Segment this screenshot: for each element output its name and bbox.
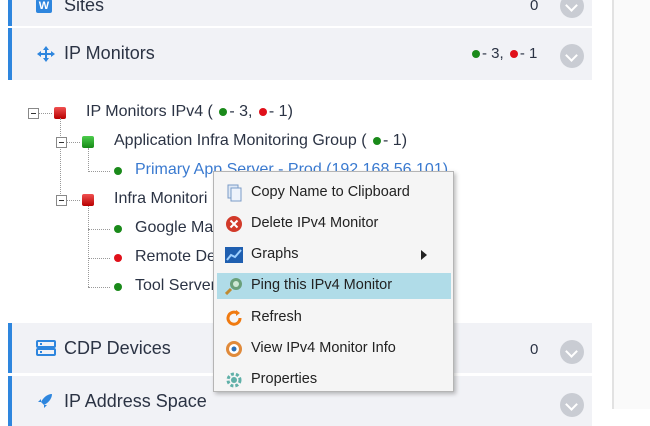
ip-monitors-status-summary: - 3, - 1 bbox=[470, 45, 537, 62]
sites-title: Sites bbox=[64, 0, 105, 15]
group2-status-icon bbox=[82, 194, 94, 206]
root-red-count: - 1) bbox=[268, 103, 293, 120]
menu-item-label: Delete IPv4 Monitor bbox=[251, 215, 379, 231]
menu-item-copy-name[interactable]: Copy Name to Clipboard bbox=[217, 180, 451, 206]
ip-address-space-expand-button[interactable] bbox=[560, 393, 584, 417]
ping-icon bbox=[225, 278, 242, 295]
red-count: - 1 bbox=[519, 45, 538, 62]
ip-monitors-expand-button[interactable] bbox=[560, 44, 584, 68]
red-status-dot bbox=[509, 50, 518, 59]
red-status-dot bbox=[258, 107, 267, 116]
group1-collapse-toggle[interactable] bbox=[56, 137, 67, 148]
submenu-arrow-icon bbox=[421, 250, 427, 260]
menu-item-label: View IPv4 Monitor Info bbox=[251, 340, 396, 356]
root-label: IP Monitors IPv4 ( bbox=[86, 103, 213, 120]
delete-icon bbox=[226, 216, 242, 232]
status-dot-green bbox=[114, 283, 122, 291]
menu-item-label: Properties bbox=[251, 371, 318, 387]
gear-icon bbox=[226, 372, 242, 388]
menu-item-label: Refresh bbox=[251, 309, 302, 325]
cdp-devices-title: CDP Devices bbox=[64, 338, 171, 358]
menu-item-label: Ping this IPv4 Monitor bbox=[251, 277, 393, 293]
status-dot-red bbox=[114, 254, 122, 262]
refresh-icon bbox=[226, 310, 242, 326]
ip-monitors-title: IP Monitors bbox=[64, 43, 155, 63]
green-count: - 3, bbox=[482, 45, 504, 62]
menu-item-view-info[interactable]: View IPv4 Monitor Info bbox=[217, 336, 451, 362]
vertical-scrollbar[interactable] bbox=[612, 0, 650, 409]
tree-item-tool-server[interactable]: Tool Server bbox=[135, 277, 216, 295]
root-green-count: - 3, bbox=[229, 103, 253, 120]
sites-panel[interactable]: W Sites 0 bbox=[8, 0, 592, 26]
cdp-devices-expand-button[interactable] bbox=[560, 340, 584, 364]
group2-collapse-toggle[interactable] bbox=[56, 195, 67, 206]
tree-root-node[interactable]: IP Monitors IPv4 ( - 3, - 1) bbox=[86, 103, 293, 121]
clipboard-icon bbox=[227, 184, 242, 202]
sites-expand-button[interactable] bbox=[560, 0, 584, 18]
cdp-devices-count: 0 bbox=[530, 341, 539, 358]
sites-count: 0 bbox=[530, 0, 539, 14]
green-status-dot bbox=[472, 50, 480, 59]
menu-item-label: Copy Name to Clipboard bbox=[251, 184, 410, 200]
group1-item-status-dot bbox=[114, 167, 122, 175]
menu-item-label: Graphs bbox=[251, 246, 299, 262]
rocket-icon bbox=[38, 394, 52, 408]
context-menu: Copy Name to Clipboard Delete IPv4 Monit… bbox=[213, 171, 454, 392]
status-dot-green bbox=[114, 225, 122, 233]
menu-item-delete[interactable]: Delete IPv4 Monitor bbox=[217, 211, 451, 237]
eye-icon bbox=[226, 341, 242, 357]
tree-group1-node[interactable]: Application Infra Monitoring Group ( - 1… bbox=[114, 132, 407, 150]
menu-item-ping[interactable]: Ping this IPv4 Monitor bbox=[217, 273, 451, 299]
ip-monitors-panel[interactable]: IP Monitors - 3, - 1 bbox=[8, 28, 592, 80]
tree-item-remote[interactable]: Remote De bbox=[135, 248, 216, 266]
tree-group2-node[interactable]: Infra Monitori bbox=[114, 190, 207, 208]
group1-label: Application Infra Monitoring Group ( bbox=[114, 132, 367, 149]
network-icon bbox=[37, 46, 55, 62]
green-status-dot bbox=[219, 107, 228, 116]
chart-icon bbox=[225, 247, 243, 263]
sites-icon: W bbox=[36, 0, 52, 13]
tree-item-google[interactable]: Google Ma bbox=[135, 219, 213, 237]
group1-status-icon bbox=[82, 136, 94, 148]
root-collapse-toggle[interactable] bbox=[28, 108, 39, 119]
green-status-dot bbox=[373, 136, 382, 145]
server-icon bbox=[36, 340, 56, 356]
menu-item-properties[interactable]: Properties bbox=[217, 367, 451, 393]
menu-item-refresh[interactable]: Refresh bbox=[217, 305, 451, 331]
menu-item-graphs[interactable]: Graphs bbox=[217, 242, 451, 268]
group1-green-count: - 1) bbox=[383, 132, 408, 149]
